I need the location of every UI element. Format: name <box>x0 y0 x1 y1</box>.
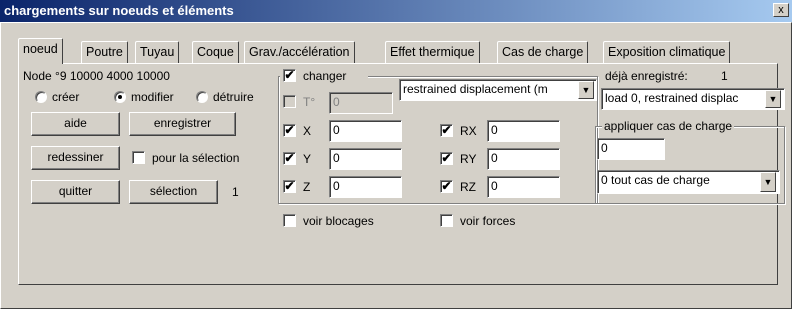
z-checkbox[interactable]: ✔ <box>283 180 296 193</box>
title-bar: chargements sur noeuds et éléments <box>0 0 792 22</box>
tab-cas-de-charge[interactable]: Cas de charge <box>497 41 589 63</box>
show-blocks-label: voir blocages <box>303 214 374 228</box>
temperature-checkbox <box>283 95 296 108</box>
y-label: Y <box>303 152 312 166</box>
saved-loads-select[interactable]: load 0, restrained displac <box>601 88 785 110</box>
change-checkbox[interactable]: ✔ <box>283 69 296 82</box>
for-selection-label: pour la sélection <box>152 151 240 165</box>
tab-noeud[interactable]: noeud <box>18 38 63 64</box>
saved-loads-value: load 0, restrained displac <box>605 91 739 105</box>
y-checkbox[interactable]: ✔ <box>283 152 296 165</box>
load-case-dropdown-button[interactable]: ▼ <box>760 172 776 192</box>
z-label: Z <box>303 180 311 194</box>
load-case-select-value: 0 tout cas de charge <box>601 173 710 187</box>
temperature-field: 0 <box>329 92 393 114</box>
radio-modify-label: modifier <box>131 90 174 104</box>
tab-coque[interactable]: Coque <box>192 41 239 63</box>
rz-field[interactable]: 0 <box>487 176 560 198</box>
load-type-select[interactable]: restrained displacement (m <box>399 79 597 101</box>
load-case-field[interactable]: 0 <box>597 138 665 160</box>
radio-create[interactable] <box>35 91 47 103</box>
load-case-select[interactable]: 0 tout cas de charge <box>597 170 780 194</box>
x-label: X <box>303 124 312 138</box>
redraw-button[interactable]: redessiner <box>31 146 120 170</box>
show-forces-label: voir forces <box>460 214 516 228</box>
rz-checkbox[interactable]: ✔ <box>440 180 453 193</box>
ry-checkbox[interactable]: ✔ <box>440 152 453 165</box>
close-button[interactable]: x <box>773 3 789 17</box>
radio-create-label: créer <box>52 90 80 104</box>
tab-poutre[interactable]: Poutre <box>81 41 128 63</box>
z-field[interactable]: 0 <box>329 176 402 198</box>
save-button[interactable]: enregistrer <box>129 112 236 136</box>
rx-checkbox[interactable]: ✔ <box>440 124 453 137</box>
tab-exposition-climatique[interactable]: Exposition climatique <box>603 41 731 63</box>
rz-label: RZ <box>460 180 476 194</box>
x-field[interactable]: 0 <box>329 120 402 142</box>
ry-label: RY <box>460 152 477 166</box>
help-button[interactable]: aide <box>31 112 120 136</box>
change-label: changer <box>303 69 347 83</box>
already-saved-label: déjà enregistré: <box>605 69 688 83</box>
already-saved-count: 1 <box>721 69 728 83</box>
radio-delete[interactable] <box>196 91 208 103</box>
tab-grav-acceleration[interactable]: Grav./accélération <box>244 41 355 63</box>
show-blocks-checkbox[interactable] <box>283 214 296 227</box>
selection-count: 1 <box>232 185 239 199</box>
ry-field[interactable]: 0 <box>487 148 560 170</box>
load-type-value: restrained displacement (m <box>403 82 548 96</box>
show-forces-checkbox[interactable] <box>440 214 453 227</box>
apply-load-case-label: appliquer cas de charge <box>602 119 735 133</box>
x-checkbox[interactable]: ✔ <box>283 124 296 137</box>
tab-effet-thermique[interactable]: Effet thermique <box>385 41 480 63</box>
radio-modify[interactable] <box>114 91 126 103</box>
temperature-label: T° <box>303 95 316 109</box>
y-field[interactable]: 0 <box>329 148 402 170</box>
rx-field[interactable]: 0 <box>487 120 560 142</box>
selection-button[interactable]: sélection <box>129 180 218 204</box>
tab-tuyau[interactable]: Tuyau <box>135 41 180 63</box>
radio-delete-label: détruire <box>213 90 254 104</box>
load-type-dropdown-button[interactable]: ▼ <box>578 81 594 99</box>
for-selection-checkbox[interactable] <box>132 151 145 164</box>
node-info: Node °9 10000 4000 10000 <box>23 69 170 83</box>
quit-button[interactable]: quitter <box>31 180 120 204</box>
window-title: chargements sur noeuds et éléments <box>4 3 234 18</box>
rx-label: RX <box>460 124 477 138</box>
saved-loads-dropdown-button[interactable]: ▼ <box>765 90 781 108</box>
